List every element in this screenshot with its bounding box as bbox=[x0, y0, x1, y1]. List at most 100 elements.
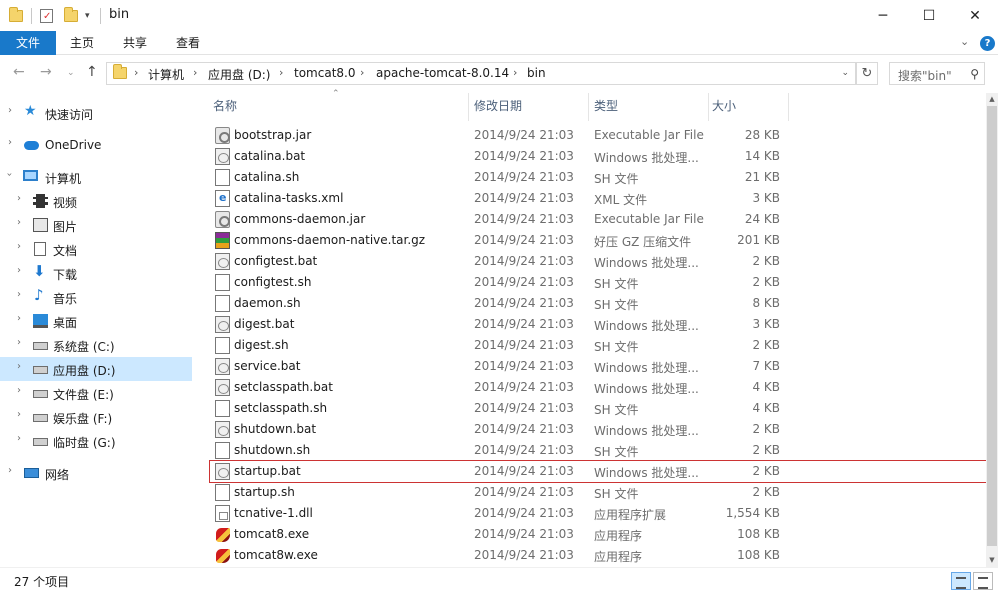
breadcrumb-separator[interactable]: › bbox=[279, 66, 283, 79]
file-row[interactable]: commons-daemon-native.tar.gz 2014/9/24 21… bbox=[210, 230, 986, 251]
file-row[interactable]: tomcat8.exe 2014/9/24 21:03 应用程序 108 KB bbox=[210, 524, 986, 545]
expand-icon[interactable]: › bbox=[17, 193, 21, 204]
scroll-down-icon[interactable]: ▼ bbox=[986, 554, 998, 567]
collapse-icon[interactable]: › bbox=[4, 173, 15, 177]
close-button[interactable]: ✕ bbox=[952, 0, 998, 31]
file-row[interactable]: configtest.bat 2014/9/24 21:03 Windows 批处理… bbox=[210, 251, 986, 272]
sidebar-item-drive-e[interactable]: › 文件盘 (E:) bbox=[0, 381, 192, 405]
back-icon[interactable]: ← bbox=[13, 64, 25, 80]
folder-icon bbox=[9, 6, 23, 26]
recent-locations-icon[interactable]: ⌄ bbox=[67, 68, 75, 78]
column-header-size[interactable]: 大小 bbox=[712, 93, 736, 119]
sidebar-item-quick-access[interactable]: › ★ 快速访问 bbox=[0, 101, 192, 125]
forward-icon[interactable]: → bbox=[40, 64, 52, 80]
expand-icon[interactable]: › bbox=[8, 465, 12, 476]
expand-icon[interactable]: › bbox=[17, 241, 21, 252]
file-row[interactable]: catalina-tasks.xml 2014/9/24 21:03 XML 文件 3… bbox=[210, 188, 986, 209]
expand-icon[interactable]: › bbox=[17, 433, 21, 444]
file-row[interactable]: shutdown.bat 2014/9/24 21:03 Windows 批处理..… bbox=[210, 419, 986, 440]
scroll-up-icon[interactable]: ▲ bbox=[986, 93, 998, 106]
details-view-button[interactable] bbox=[951, 572, 971, 590]
up-icon[interactable]: ↑ bbox=[86, 64, 98, 80]
sidebar-item-documents[interactable]: › 文档 bbox=[0, 237, 192, 261]
expand-icon[interactable]: › bbox=[17, 217, 21, 228]
file-row[interactable]: setclasspath.bat 2014/9/24 21:03 Windows 批… bbox=[210, 377, 986, 398]
file-row[interactable]: configtest.sh 2014/9/24 21:03 SH 文件 2 KB bbox=[210, 272, 986, 293]
tab-view[interactable]: 查看 bbox=[164, 31, 212, 55]
minimize-button[interactable]: ─ bbox=[860, 0, 906, 31]
scroll-thumb[interactable] bbox=[987, 106, 997, 546]
file-row[interactable]: startup.sh 2014/9/24 21:03 SH 文件 2 KB bbox=[210, 482, 986, 503]
expand-icon[interactable]: › bbox=[17, 361, 21, 372]
search-input[interactable]: 搜索"bin" ⚲ bbox=[889, 62, 985, 85]
tab-share[interactable]: 共享 bbox=[111, 31, 159, 55]
large-icons-view-button[interactable] bbox=[973, 572, 993, 590]
column-divider[interactable] bbox=[708, 93, 709, 121]
file-row[interactable]: shutdown.sh 2014/9/24 21:03 SH 文件 2 KB bbox=[210, 440, 986, 461]
item-count: 27 个项目 bbox=[14, 575, 70, 589]
sidebar-item-videos[interactable]: › 视频 bbox=[0, 189, 192, 213]
sidebar-item-desktop[interactable]: › 桌面 bbox=[0, 309, 192, 333]
expand-icon[interactable]: › bbox=[17, 289, 21, 300]
sidebar-item-drive-d[interactable]: › 应用盘 (D:) bbox=[0, 357, 192, 381]
expand-icon[interactable]: › bbox=[17, 265, 21, 276]
sidebar-item-drive-g[interactable]: › 临时盘 (G:) bbox=[0, 429, 192, 453]
column-divider[interactable] bbox=[788, 93, 789, 121]
file-row[interactable]: catalina.bat 2014/9/24 21:03 Windows 批处理..… bbox=[210, 146, 986, 167]
maximize-button[interactable]: ☐ bbox=[906, 0, 952, 31]
breadcrumb-apache-tomcat[interactable]: apache-tomcat-8.0.14 bbox=[376, 66, 509, 80]
breadcrumb-separator[interactable]: › bbox=[134, 66, 138, 79]
sidebar-item-onedrive[interactable]: › OneDrive bbox=[0, 133, 192, 157]
file-row[interactable]: service.bat 2014/9/24 21:03 Windows 批处理...… bbox=[210, 356, 986, 377]
column-header-date[interactable]: 修改日期 bbox=[474, 93, 522, 119]
refresh-icon[interactable]: ↻ bbox=[856, 62, 878, 85]
breadcrumb-computer[interactable]: 计算机 bbox=[148, 66, 184, 83]
column-divider[interactable] bbox=[588, 93, 589, 121]
file-row[interactable]: digest.bat 2014/9/24 21:03 Windows 批处理... 3… bbox=[210, 314, 986, 335]
sidebar-item-drive-c[interactable]: › 系统盘 (C:) bbox=[0, 333, 192, 357]
address-dropdown-icon[interactable]: ⌄ bbox=[841, 68, 849, 78]
column-header-name[interactable]: 名称 bbox=[213, 93, 237, 119]
file-name: startup.sh bbox=[234, 485, 295, 499]
expand-icon[interactable]: › bbox=[17, 385, 21, 396]
sidebar-item-pictures[interactable]: › 图片 bbox=[0, 213, 192, 237]
file-row[interactable]: catalina.sh 2014/9/24 21:03 SH 文件 21 KB bbox=[210, 167, 986, 188]
search-icon[interactable]: ⚲ bbox=[970, 67, 979, 81]
expand-icon[interactable]: › bbox=[8, 137, 12, 148]
file-row[interactable]: commons-daemon.jar 2014/9/24 21:03 Executa… bbox=[210, 209, 986, 230]
file-row[interactable]: digest.sh 2014/9/24 21:03 SH 文件 2 KB bbox=[210, 335, 986, 356]
new-folder-icon[interactable] bbox=[64, 6, 78, 26]
breadcrumb-separator[interactable]: › bbox=[360, 66, 364, 79]
ribbon-expand-icon[interactable]: ⌄ bbox=[960, 35, 969, 48]
sidebar-item-downloads[interactable]: › ⬇ 下载 bbox=[0, 261, 192, 285]
file-row[interactable]: startup.bat 2014/9/24 21:03 Windows 批处理...… bbox=[209, 460, 987, 483]
vertical-scrollbar[interactable]: ▲ ▼ bbox=[986, 93, 998, 567]
column-header-type[interactable]: 类型 bbox=[594, 93, 618, 119]
expand-icon[interactable]: › bbox=[8, 105, 12, 116]
file-row[interactable]: setclasspath.sh 2014/9/24 21:03 SH 文件 4 KB bbox=[210, 398, 986, 419]
column-divider[interactable] bbox=[468, 93, 469, 121]
breadcrumb-separator[interactable]: › bbox=[513, 66, 517, 79]
tab-home[interactable]: 主页 bbox=[58, 31, 106, 55]
breadcrumb-bin[interactable]: bin bbox=[527, 66, 546, 80]
sidebar-item-music[interactable]: › ♪ 音乐 bbox=[0, 285, 192, 309]
breadcrumb-drive-d[interactable]: 应用盘 (D:) bbox=[208, 66, 270, 83]
tab-file[interactable]: 文件 bbox=[0, 31, 56, 55]
file-type: Executable Jar File bbox=[594, 212, 704, 226]
file-row[interactable]: tcnative-1.dll 2014/9/24 21:03 应用程序扩展 1,554… bbox=[210, 503, 986, 524]
expand-icon[interactable]: › bbox=[17, 313, 21, 324]
expand-icon[interactable]: › bbox=[17, 409, 21, 420]
expand-icon[interactable]: › bbox=[17, 337, 21, 348]
file-row[interactable]: bootstrap.jar 2014/9/24 21:03 Executable J… bbox=[210, 125, 986, 146]
customize-quick-access-icon[interactable]: ▾ bbox=[85, 6, 90, 26]
breadcrumb-separator[interactable]: › bbox=[193, 66, 197, 79]
address-bar[interactable]: › 计算机 › 应用盘 (D:) › tomcat8.0 › apache-to… bbox=[106, 62, 856, 85]
breadcrumb-tomcat[interactable]: tomcat8.0 bbox=[294, 66, 355, 80]
sidebar-item-drive-f[interactable]: › 娱乐盘 (F:) bbox=[0, 405, 192, 429]
file-row[interactable]: daemon.sh 2014/9/24 21:03 SH 文件 8 KB bbox=[210, 293, 986, 314]
sidebar-item-computer[interactable]: › 计算机 bbox=[0, 165, 192, 189]
file-row[interactable]: tomcat8w.exe 2014/9/24 21:03 应用程序 108 KB bbox=[210, 545, 986, 566]
properties-icon[interactable]: ✓ bbox=[40, 6, 53, 26]
sidebar-item-network[interactable]: › 网络 bbox=[0, 461, 192, 485]
help-icon[interactable]: ? bbox=[980, 36, 995, 51]
